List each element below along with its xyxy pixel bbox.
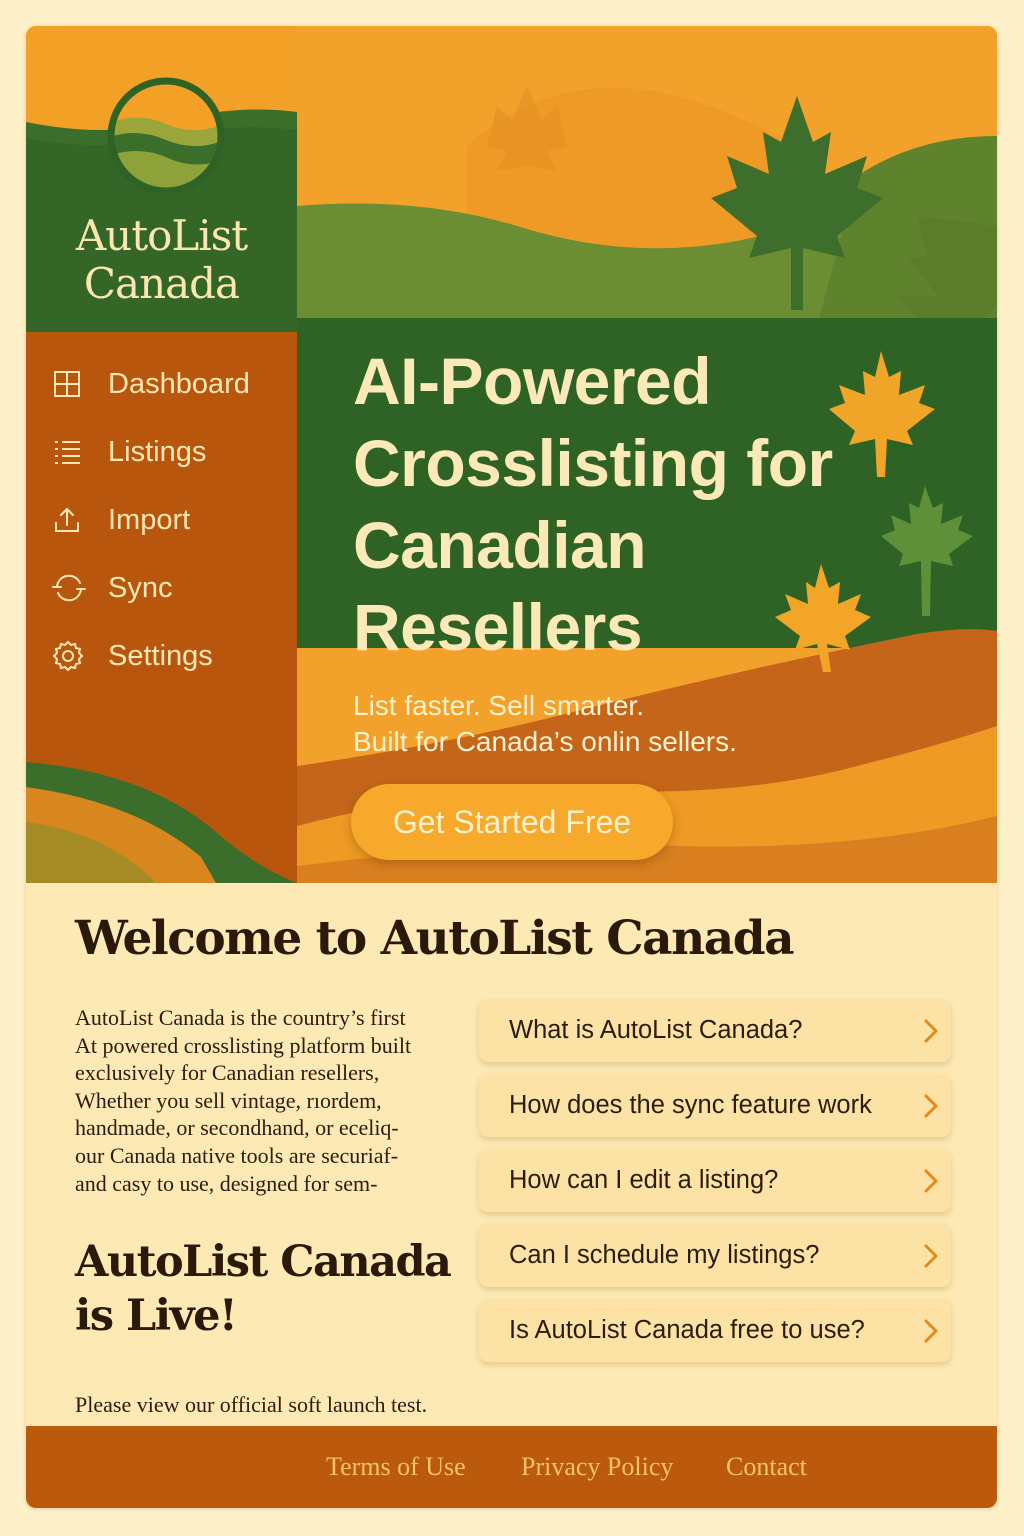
hero-subtitle-line1: List faster. Sell smarter. [353, 690, 644, 721]
faq-question: How does the sync feature work [509, 1091, 872, 1119]
sidebar-item-listings[interactable]: Listings [52, 430, 287, 474]
faq-question: Is AutoList Canada free to use? [509, 1316, 865, 1344]
footer-link-privacy[interactable]: Privacy Policy [521, 1452, 673, 1482]
sidebar-item-import[interactable]: Import [52, 498, 287, 542]
hero-heading-line: Resellers [353, 590, 643, 664]
get-started-button[interactable]: Get Started Free [351, 784, 673, 860]
logo-mark-icon [107, 77, 225, 192]
sidebar-item-label: Settings [108, 639, 213, 672]
faq-item[interactable]: What is AutoList Canada? [479, 999, 951, 1062]
footer-link-contact[interactable]: Contact [726, 1452, 807, 1482]
footer: Terms of Use Privacy Policy Contact [26, 1426, 997, 1508]
chevron-right-icon [911, 1091, 951, 1121]
sidebar-item-dashboard[interactable]: Dashboard [52, 362, 287, 406]
faq-question: What is AutoList Canada? [509, 1016, 803, 1044]
launch-note: Please view our official soft launch tes… [75, 1392, 428, 1417]
sidebar-item-label: Listings [108, 435, 207, 468]
sidebar-nav: Dashboard Listings Import Sync Settings [26, 332, 297, 883]
hero-banner: AI-Powered Crosslisting for Canadian Res… [297, 26, 997, 883]
faq-item[interactable]: Can I schedule my listings? [479, 1224, 951, 1287]
hero-heading: AI-Powered Crosslisting for Canadian Res… [353, 340, 943, 668]
hero-section: AutoList Canada Dashboard Listings Impor… [26, 26, 997, 883]
intro-paragraph: AutoList Canada is the country’s first A… [75, 1005, 412, 1196]
chevron-right-icon [911, 1166, 951, 1196]
sidebar-item-label: Dashboard [108, 367, 250, 400]
upload-icon [52, 499, 94, 541]
hero-heading-line: AI-Powered [353, 344, 712, 418]
welcome-title: Welcome to AutoList Canada [75, 911, 795, 966]
brand-name-line2: Canada [83, 259, 240, 308]
chevron-right-icon [911, 1016, 951, 1046]
footer-link-terms[interactable]: Terms of Use [326, 1452, 466, 1482]
sidebar-item-label: Import [108, 503, 191, 536]
faq-question: How can I edit a listing? [509, 1166, 779, 1194]
logo-block: AutoList Canada [26, 26, 297, 332]
sidebar: AutoList Canada Dashboard Listings Impor… [26, 26, 297, 883]
hero-heading-line: Canadian [353, 508, 647, 582]
sidebar-item-label: Sync [108, 571, 173, 604]
faq-item[interactable]: Is AutoList Canada free to use? [479, 1299, 951, 1362]
gear-icon [52, 635, 94, 677]
hero-subtitle-line2: Built for Canada’s onlin sellers. [353, 726, 737, 757]
sync-icon [52, 567, 94, 609]
grid-icon [52, 363, 94, 405]
main-content: Welcome to AutoList Canada AutoList Cana… [26, 883, 997, 1426]
faq-item[interactable]: How can I edit a listing? [479, 1149, 951, 1212]
sidebar-item-sync[interactable]: Sync [52, 566, 287, 610]
sidebar-item-settings[interactable]: Settings [52, 634, 287, 678]
chevron-right-icon [911, 1241, 951, 1271]
chevron-right-icon [911, 1316, 951, 1346]
app-window: AutoList Canada Dashboard Listings Impor… [26, 26, 997, 1508]
list-icon [52, 431, 94, 473]
brand-name-line1: AutoList [75, 211, 248, 260]
faq-item[interactable]: How does the sync feature work [479, 1074, 951, 1137]
hero-heading-line: Crosslisting for [353, 426, 833, 500]
launch-title: AutoList Canada is Live! [75, 1237, 452, 1341]
faq-question: Can I schedule my listings? [509, 1241, 820, 1269]
